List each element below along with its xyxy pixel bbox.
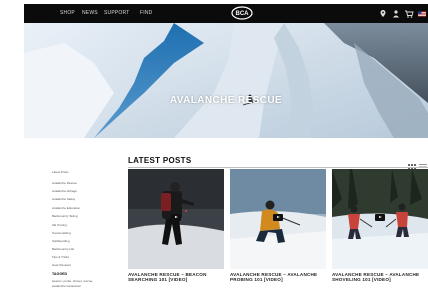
page-title: LATEST POSTS (128, 156, 192, 165)
sidebar-item[interactable]: Avalanche Safety (52, 197, 75, 201)
hero-title: AVALANCHE RESCUE (169, 95, 283, 106)
sidebar-item[interactable]: Avalanche Education (52, 206, 80, 210)
logo-text: BCA (236, 11, 250, 17)
sidebar-item[interactable]: Avalanche Airbags (52, 189, 77, 193)
sidebar-item[interactable]: Snowmobiling (52, 231, 71, 235)
post-thumbnail-beacon[interactable] (128, 169, 224, 269)
post-title[interactable]: AVALANCHE RESCUE – BEACON SEARCHING 101 … (128, 272, 224, 282)
hero-banner: AVALANCHE RESCUE (24, 23, 428, 138)
sidebar-item[interactable]: Gear Reviews (52, 263, 71, 267)
play-icon (171, 214, 181, 221)
nav-shop[interactable]: SHOP (60, 10, 75, 16)
nav-news[interactable]: NEWS (82, 10, 98, 16)
post-thumbnail-shoveling[interactable] (332, 169, 428, 269)
user-icon[interactable] (391, 7, 401, 19)
play-icon (375, 214, 385, 221)
sidebar-item[interactable]: Ski Touring (52, 223, 67, 227)
sidebar-item[interactable]: Avalanche Rescue (52, 181, 77, 185)
sidebar-item[interactable]: Tips & Tricks (52, 255, 69, 259)
sidebar-item[interactable]: Backcountry Skiing (52, 214, 78, 218)
nav-find[interactable]: FIND (140, 10, 152, 16)
cart-icon[interactable] (404, 7, 414, 19)
sidebar-tagged-text[interactable]: beacon, probe, shovel, rescue, (52, 279, 93, 283)
post-title[interactable]: AVALANCHE RESCUE – AVALANCHE SHOVELING 1… (332, 272, 428, 282)
location-icon[interactable] (378, 7, 388, 19)
nav-support[interactable]: SUPPORT (104, 10, 129, 16)
sidebar-item[interactable]: Splitboarding (52, 239, 70, 243)
sidebar-tagged-title: TAGGED (52, 272, 68, 276)
hero-image (24, 23, 428, 138)
sidebar-item[interactable]: Backcountry Life (52, 247, 74, 251)
play-icon (273, 214, 283, 221)
top-nav: SHOP NEWS SUPPORT FIND BCA (24, 4, 428, 23)
sidebar-tagged-text[interactable]: avalanche transceiver (52, 284, 81, 288)
flag-icon[interactable] (417, 7, 427, 19)
section-divider (128, 167, 428, 168)
sidebar-item[interactable]: Latest Posts (52, 170, 69, 174)
view-toggle-group[interactable] (408, 158, 428, 170)
brand-logo[interactable]: BCA (231, 6, 253, 20)
post-title[interactable]: AVALANCHE RESCUE – AVALANCHE PROBING 101… (230, 272, 326, 282)
post-thumbnail-probing[interactable] (230, 169, 326, 269)
